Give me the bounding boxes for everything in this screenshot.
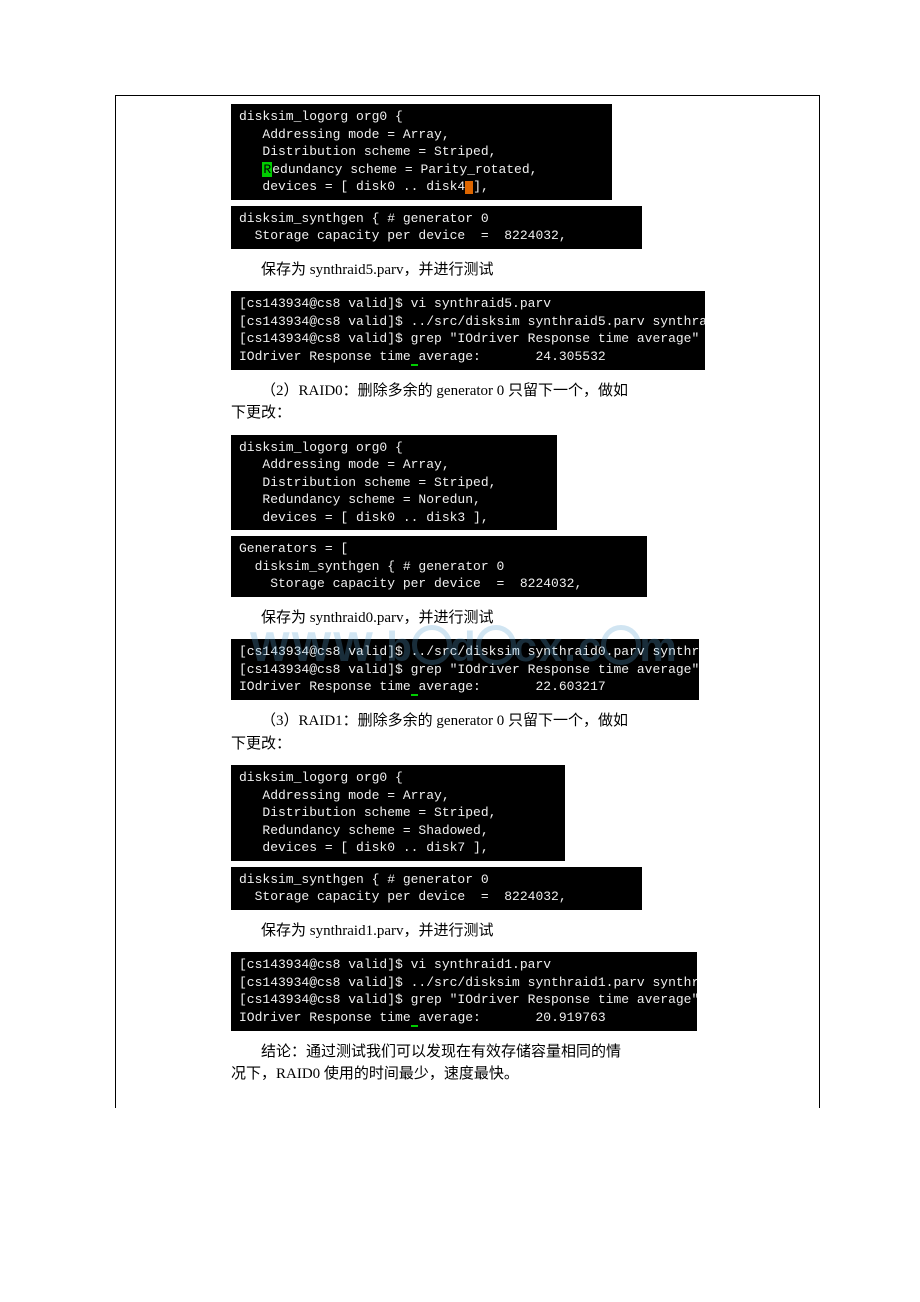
- terminal-output-raid5: [cs143934@cs8 valid]$ vi synthraid5.parv…: [231, 291, 705, 369]
- terminal-logorg-raid1: disksim_logorg org0 { Addressing mode = …: [231, 765, 565, 861]
- document-page: WWW.bdcx.cm disksim_logorg org0 { Addres…: [0, 0, 920, 1302]
- terminal-logorg-raid5: disksim_logorg org0 { Addressing mode = …: [231, 104, 612, 200]
- terminal-synthgen-raid5: disksim_synthgen { # generator 0 Storage…: [231, 206, 642, 249]
- para-conclusion: 结论：通过测试我们可以发现在有效存储容量相同的情 况下，RAID0 使用的时间最…: [231, 1041, 789, 1086]
- para-raid1-line1: （3）RAID1：删除多余的 generator 0 只留下一个，做如: [231, 710, 789, 733]
- code-group-raid5: disksim_logorg org0 { Addressing mode = …: [231, 104, 819, 249]
- para-raid1-intro: （3）RAID1：删除多余的 generator 0 只留下一个，做如 下更改：: [231, 710, 789, 755]
- content-frame: disksim_logorg org0 { Addressing mode = …: [115, 95, 820, 1108]
- terminal-output-raid1: [cs143934@cs8 valid]$ vi synthraid1.parv…: [231, 952, 697, 1030]
- para-save-raid1: 保存为 synthraid1.parv，并进行测试: [116, 920, 819, 943]
- para-raid1-line2: 下更改：: [231, 733, 789, 756]
- terminal-output-raid0: [cs143934@cs8 valid]$ ../src/disksim syn…: [231, 639, 699, 700]
- para-conclusion-line2: 况下，RAID0 使用的时间最少，速度最快。: [231, 1063, 789, 1086]
- terminal-output-raid0-wrap: [cs143934@cs8 valid]$ ../src/disksim syn…: [231, 639, 819, 700]
- para-raid0-line1: （2）RAID0：删除多余的 generator 0 只留下一个，做如: [231, 380, 789, 403]
- terminal-output-raid5-wrap: [cs143934@cs8 valid]$ vi synthraid5.parv…: [231, 291, 819, 369]
- para-raid0-intro: （2）RAID0：删除多余的 generator 0 只留下一个，做如 下更改：: [231, 380, 789, 425]
- para-conclusion-line1: 结论：通过测试我们可以发现在有效存储容量相同的情: [231, 1041, 789, 1064]
- code-group-raid0: disksim_logorg org0 { Addressing mode = …: [231, 435, 819, 597]
- terminal-synthgen-raid1: disksim_synthgen { # generator 0 Storage…: [231, 867, 642, 910]
- para-save-raid0: 保存为 synthraid0.parv，并进行测试: [116, 607, 819, 630]
- para-raid0-line2: 下更改：: [231, 402, 789, 425]
- para-save-raid5: 保存为 synthraid5.parv，并进行测试: [116, 259, 819, 282]
- terminal-output-raid1-wrap: [cs143934@cs8 valid]$ vi synthraid1.parv…: [231, 952, 819, 1030]
- code-group-raid1: disksim_logorg org0 { Addressing mode = …: [231, 765, 819, 910]
- terminal-synthgen-raid0: Generators = [ disksim_synthgen { # gene…: [231, 536, 647, 597]
- terminal-logorg-raid0: disksim_logorg org0 { Addressing mode = …: [231, 435, 557, 531]
